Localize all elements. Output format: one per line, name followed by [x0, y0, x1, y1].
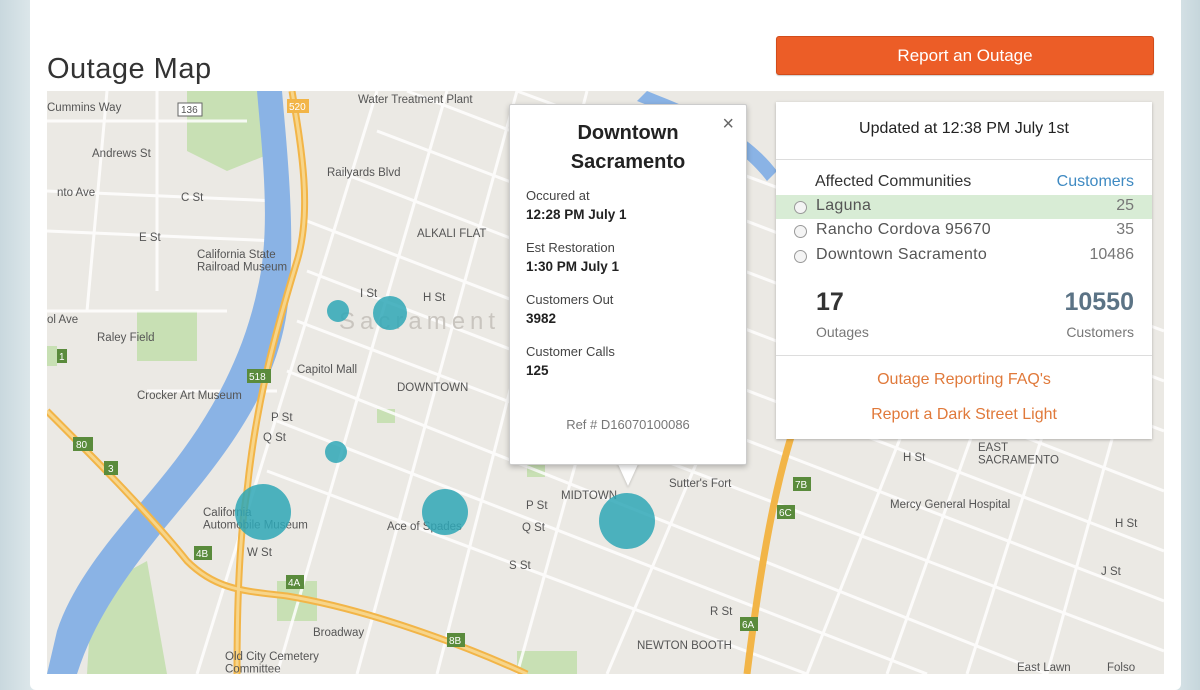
map-label: Capitol Mall	[297, 364, 357, 376]
page-title: Outage Map	[47, 53, 212, 86]
map-label: NEWTON BOOTH	[637, 640, 732, 652]
hwy-shield: 7B	[795, 480, 808, 491]
dark-street-light-link[interactable]: Report a Dark Street Light	[776, 406, 1152, 424]
hwy-shield: 80	[76, 440, 88, 451]
outage-summary-panel: Updated at 12:38 PM July 1st Affected Co…	[776, 102, 1152, 439]
map-label: C St	[181, 192, 204, 204]
community-row-laguna[interactable]: Laguna 25	[776, 195, 1152, 219]
map-label: Mercy General Hospital	[890, 499, 1010, 511]
popup-pointer	[617, 462, 639, 486]
outages-label: Outages	[816, 324, 869, 340]
divider	[776, 355, 1152, 356]
report-outage-button[interactable]: Report an Outage	[776, 36, 1154, 75]
occurred-value: 12:28 PM July 1	[526, 207, 627, 222]
map-label: Broadway	[313, 627, 364, 639]
community-radio[interactable]	[794, 250, 807, 263]
community-name: Downtown Sacramento	[816, 246, 988, 263]
map-label: California State Railroad Museum	[197, 249, 287, 274]
map-label: Sacrament	[339, 308, 500, 335]
customers-label: Customers	[1066, 324, 1134, 340]
hwy-shield: 520	[289, 102, 306, 113]
map-label: nto Ave	[57, 187, 95, 199]
hwy-shield: 4B	[196, 549, 209, 560]
hwy-shield: 518	[249, 372, 266, 383]
outage-popup: × Downtown Sacramento Occured at 12:28 P…	[509, 104, 747, 465]
popup-title: Downtown Sacramento	[570, 122, 686, 173]
map-label: Folso	[1107, 662, 1135, 674]
community-row-rancho-cordova[interactable]: Rancho Cordova 95670 35	[776, 219, 1152, 243]
map-label: Water Treatment Plant	[358, 94, 473, 106]
outage-marker-1[interactable]	[327, 300, 349, 322]
customers-total: 10550	[1064, 288, 1134, 316]
updated-timestamp: Updated at 12:38 PM July 1st	[859, 120, 1069, 137]
map-label: Q St	[263, 432, 287, 444]
faq-link[interactable]: Outage Reporting FAQ's	[776, 371, 1152, 389]
map-label: W St	[247, 547, 273, 559]
outage-marker-6[interactable]	[599, 493, 655, 549]
hwy-shield: 6C	[779, 508, 792, 519]
map-label: ALKALI FLAT	[417, 228, 486, 240]
map-label: DOWNTOWN	[397, 382, 468, 394]
restoration-value: 1:30 PM July 1	[526, 259, 620, 274]
community-row-downtown-sacramento[interactable]: Downtown Sacramento 10486	[776, 244, 1152, 268]
community-customers: 35	[1116, 221, 1134, 238]
hwy-shield: 8B	[449, 636, 462, 647]
map-label: Crocker Art Museum	[137, 390, 242, 402]
map-label: Andrews St	[92, 148, 152, 160]
map-label: I St	[360, 288, 378, 300]
map-label: Railyards Blvd	[327, 167, 401, 179]
map-label: H St	[1115, 518, 1138, 530]
map-label: J St	[1101, 566, 1122, 578]
customers-out-label: Customers Out	[526, 292, 614, 307]
map-label: P St	[271, 412, 293, 424]
map-label: ol Ave	[47, 314, 78, 326]
customer-calls-value: 125	[526, 363, 549, 378]
customers-header: Customers	[1056, 173, 1134, 190]
community-radio[interactable]	[794, 201, 807, 214]
communities-header: Affected Communities	[815, 173, 972, 190]
hwy-shield: 1	[59, 352, 65, 363]
outage-marker-3[interactable]	[325, 441, 347, 463]
map-label: R St	[710, 606, 733, 618]
customer-calls-label: Customer Calls	[526, 344, 615, 359]
community-radio[interactable]	[794, 225, 807, 238]
map-label: E St	[139, 232, 162, 244]
hwy-shield: 6A	[742, 620, 755, 631]
outage-marker-5[interactable]	[422, 489, 468, 535]
reference-number: Ref # D16070100086	[566, 417, 690, 432]
map-label: H St	[423, 292, 446, 304]
map-label: East Lawn	[1017, 662, 1071, 674]
map-label: P St	[526, 500, 548, 512]
community-customers: 25	[1116, 197, 1134, 214]
community-name: Laguna	[816, 197, 872, 214]
outages-count: 17	[816, 288, 844, 316]
occurred-label: Occured at	[526, 188, 590, 203]
map-label: Q St	[522, 522, 546, 534]
hwy-shield: 4A	[288, 578, 301, 589]
outage-marker-2[interactable]	[373, 296, 407, 330]
restoration-label: Est Restoration	[526, 240, 615, 255]
community-customers: 10486	[1089, 246, 1135, 263]
community-name: Rancho Cordova 95670	[816, 221, 992, 238]
hwy-shield: 3	[108, 464, 114, 475]
customers-out-value: 3982	[526, 311, 557, 326]
outage-marker-4[interactable]	[235, 484, 291, 540]
map-label: H St	[903, 452, 926, 464]
map-label: S St	[509, 560, 532, 572]
hwy-shield: 136	[181, 105, 198, 116]
map-label: Raley Field	[97, 332, 155, 344]
map-label: Sutter's Fort	[669, 478, 732, 490]
map-label: Cummins Way	[47, 102, 122, 114]
divider	[776, 159, 1152, 160]
